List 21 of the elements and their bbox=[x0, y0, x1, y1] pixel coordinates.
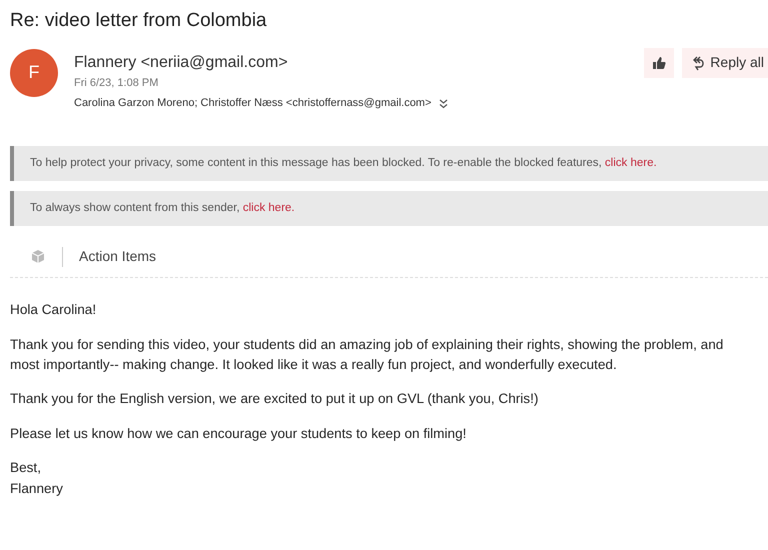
notice-text: To help protect your privacy, some content in this message has been blocked. To re-enable the blocked features, click here. bbox=[10, 146, 768, 182]
recipients: Carolina Garzon Moreno; Christoffer Næss <christoffernass@gmail.com> bbox=[74, 96, 432, 112]
signoff-line: Best, bbox=[10, 459, 42, 478]
sent-date: Fri 6/23, 1:08 PM bbox=[74, 76, 160, 91]
body-paragraph: Thank you for the English version, we are excited to put it up on GVL (thank you, Chris!) bbox=[10, 390, 540, 408]
signoff-line: Flannery bbox=[10, 480, 64, 498]
thumbs-up-icon bbox=[652, 56, 666, 70]
cube-icon bbox=[30, 249, 46, 264]
sender-name: Flannery <neriia@gmail.com> bbox=[74, 52, 289, 73]
reply-all-button[interactable]: Reply all bbox=[682, 48, 768, 78]
addin-label[interactable]: Action Items bbox=[79, 246, 156, 268]
click-here-link[interactable]: click here. bbox=[242, 202, 295, 214]
expand-icon[interactable] bbox=[439, 98, 448, 109]
email-subject: Re: video letter from Colombia bbox=[9, 9, 268, 33]
click-here-link[interactable]: click here. bbox=[604, 156, 657, 169]
body-paragraph: Thank you for sending this video, your students did an amazing job of explaining their rights, showing the problem, and most importantly-- making change. It looked like it was a really fun project, and wonderfully executed. bbox=[10, 336, 724, 374]
notice-text: To always show content from this sender, click here. bbox=[10, 191, 768, 226]
body-paragraph: Hola Carolina! bbox=[10, 301, 98, 320]
like-button[interactable] bbox=[644, 48, 674, 78]
body-paragraph: Please let us know how we can encourage your students to keep on filming! bbox=[10, 424, 468, 443]
sender-avatar: F bbox=[10, 48, 58, 97]
